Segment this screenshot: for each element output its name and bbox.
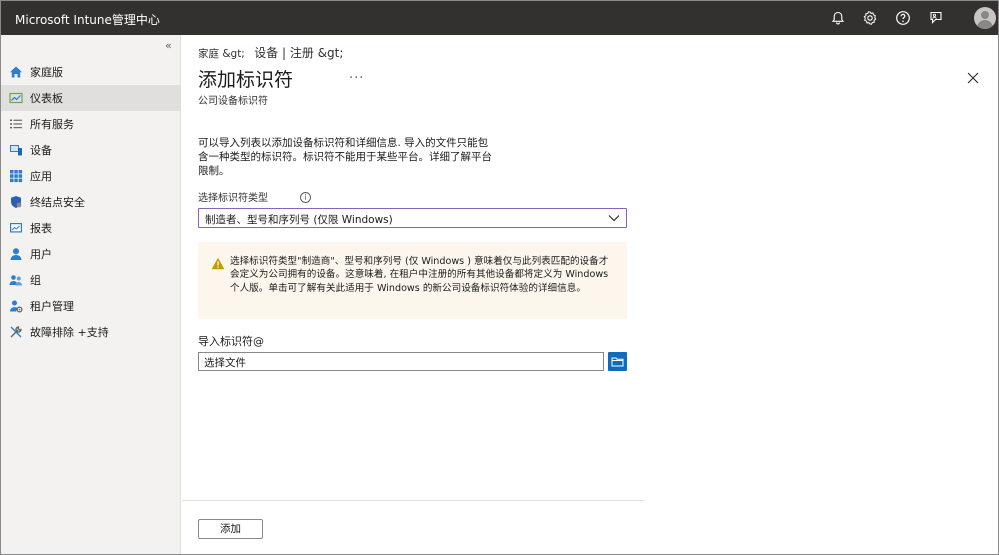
apps-icon	[10, 170, 23, 183]
warning-text[interactable]: 选择标识符类型"制造商"、型号和序列号 (仅 Windows ) 意味着仅与此列…	[230, 255, 614, 295]
reports-icon	[10, 223, 22, 233]
chevron-down-icon	[608, 215, 620, 222]
group-icon	[9, 275, 22, 286]
main-panel: 家庭 &gt; 设备 | 注册 &gt; 添加标识符 ... 公司设备标识符 可…	[182, 35, 998, 554]
dashboard-icon	[9, 92, 23, 104]
sidebar-item-label: 设备	[30, 144, 52, 157]
info-icon[interactable]: i	[300, 192, 311, 203]
help-icon[interactable]	[895, 10, 911, 26]
page-subtitle: 公司设备标识符	[198, 96, 268, 107]
shield-icon	[11, 196, 22, 208]
sidebar-item-label: 家庭版	[30, 66, 63, 79]
identifier-type-value: 制造者、型号和序列号 (仅限 Windows)	[205, 214, 393, 226]
sidebar-nav: 家庭版 仪表板 所有服务 设备 应用 终结点安全 报表 用户 组 租户管理 故障…	[1, 59, 181, 345]
warning-banner: 选择标识符类型"制造商"、型号和序列号 (仅 Windows ) 意味着仅与此列…	[198, 242, 627, 319]
sidebar-item-label: 租户管理	[30, 300, 74, 313]
sidebar-item-label: 所有服务	[30, 118, 74, 131]
warning-icon	[211, 257, 225, 270]
avatar[interactable]	[974, 7, 996, 29]
app-title[interactable]: Microsoft Intune管理中心	[15, 11, 160, 28]
avatar-body	[977, 20, 993, 29]
sidebar-item-devices[interactable]: 设备	[1, 137, 181, 163]
breadcrumb: 家庭 &gt; 设备 | 注册 &gt;	[198, 44, 349, 61]
sidebar-item-label: 应用	[30, 170, 52, 183]
collapse-sidebar-button[interactable]: «	[165, 39, 172, 52]
sidebar-item-troubleshooting[interactable]: 故障排除 +支持	[1, 319, 181, 345]
more-options-button[interactable]: ...	[349, 67, 364, 82]
tenant-icon	[10, 300, 23, 313]
description-text: 可以导入列表以添加设备标识符和详细信息. 导入的文件只能包含一种类型的标识符。标…	[198, 137, 492, 177]
devices-icon	[10, 145, 22, 156]
sidebar-item-label: 故障排除 +支持	[30, 326, 109, 339]
user-icon	[10, 248, 22, 260]
sidebar-item-label: 用户	[30, 248, 52, 261]
home-icon	[10, 66, 22, 78]
breadcrumb-devices-enroll[interactable]: 设备 | 注册 &gt;	[254, 46, 343, 60]
breadcrumb-home[interactable]: 家庭 &gt;	[198, 48, 245, 60]
sidebar-item-all-services[interactable]: 所有服务	[1, 111, 181, 137]
app-window: Microsoft Intune管理中心 « 家庭版 仪表板 所有服务 设备 应…	[0, 0, 999, 555]
close-icon[interactable]	[966, 71, 980, 85]
sidebar-item-endpoint-security[interactable]: 终结点安全	[1, 189, 181, 215]
list-icon	[10, 119, 22, 129]
sidebar: « 家庭版 仪表板 所有服务 设备 应用 终结点安全 报表 用户 组 租户管理 …	[1, 35, 181, 554]
sidebar-item-label: 终结点安全	[30, 196, 85, 209]
avatar-head	[981, 11, 989, 19]
identifier-type-select[interactable]: 制造者、型号和序列号 (仅限 Windows)	[198, 208, 627, 228]
sidebar-item-tenant-admin[interactable]: 租户管理	[1, 293, 181, 319]
file-select-input[interactable]: 选择文件	[198, 352, 604, 371]
sidebar-item-groups[interactable]: 组	[1, 267, 181, 293]
tools-icon	[10, 326, 22, 338]
footer-divider	[182, 500, 644, 501]
browse-file-button[interactable]	[608, 352, 627, 371]
sidebar-item-home[interactable]: 家庭版	[1, 59, 181, 85]
bell-icon[interactable]	[830, 10, 846, 26]
sidebar-item-label: 组	[30, 274, 41, 287]
sidebar-item-reports[interactable]: 报表	[1, 215, 181, 241]
identifier-type-label: 选择标识符类型	[198, 193, 268, 204]
add-button[interactable]: 添加	[198, 519, 263, 539]
gear-icon[interactable]	[862, 10, 878, 26]
sidebar-item-label: 仪表板	[30, 92, 63, 105]
sidebar-item-label: 报表	[30, 222, 52, 235]
import-identifiers-label: 导入标识符@	[198, 335, 264, 348]
sidebar-item-users[interactable]: 用户	[1, 241, 181, 267]
sidebar-item-apps[interactable]: 应用	[1, 163, 181, 189]
feedback-icon[interactable]	[928, 10, 944, 26]
page-title: 添加标识符	[198, 69, 294, 91]
folder-icon	[611, 357, 624, 367]
sidebar-item-dashboard[interactable]: 仪表板	[1, 85, 181, 111]
top-bar: Microsoft Intune管理中心	[1, 1, 998, 35]
